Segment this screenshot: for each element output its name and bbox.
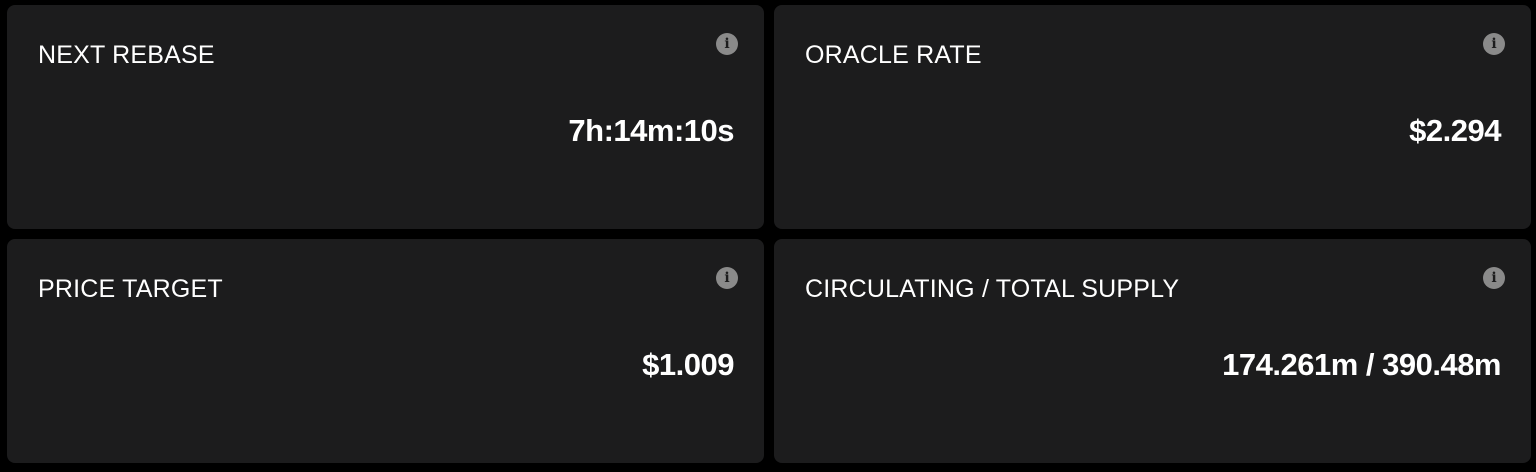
info-icon[interactable]: i — [716, 33, 738, 55]
oracle-rate-card: ORACLE RATE i $2.294 — [774, 5, 1531, 229]
card-title: PRICE TARGET — [38, 275, 223, 303]
card-value: 174.261m / 390.48m — [1222, 347, 1501, 382]
card-value: $2.294 — [1409, 113, 1501, 148]
info-icon[interactable]: i — [1483, 33, 1505, 55]
stats-grid: NEXT REBASE i 7h:14m:10s ORACLE RATE i $… — [0, 0, 1536, 472]
next-rebase-card: NEXT REBASE i 7h:14m:10s — [7, 5, 764, 229]
card-value: $1.009 — [642, 347, 734, 382]
info-icon[interactable]: i — [716, 267, 738, 289]
card-title: CIRCULATING / TOTAL SUPPLY — [805, 275, 1180, 303]
info-icon[interactable]: i — [1483, 267, 1505, 289]
card-title: NEXT REBASE — [38, 41, 215, 69]
card-title: ORACLE RATE — [805, 41, 982, 69]
card-value: 7h:14m:10s — [568, 113, 734, 148]
price-target-card: PRICE TARGET i $1.009 — [7, 239, 764, 463]
supply-card: CIRCULATING / TOTAL SUPPLY i 174.261m / … — [774, 239, 1531, 463]
